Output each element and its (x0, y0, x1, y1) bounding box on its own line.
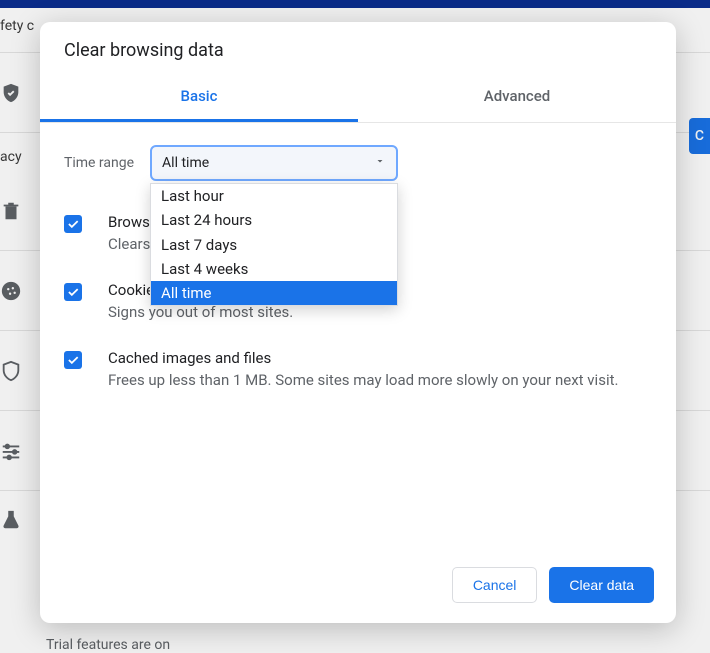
cancel-button[interactable]: Cancel (452, 567, 538, 603)
tab-basic[interactable]: Basic (40, 73, 358, 122)
tab-advanced[interactable]: Advanced (358, 73, 676, 122)
option-last-4-weeks[interactable]: Last 4 weeks (151, 257, 397, 281)
chevron-down-icon (374, 155, 386, 171)
clear-data-dialog: Clear browsing data Basic Advanced Time … (40, 22, 676, 623)
time-range-row: Time range All time Last hour Last 24 ho… (40, 123, 676, 201)
checkbox-history[interactable] (64, 215, 82, 233)
cache-desc: Frees up less than 1 MB. Some sites may … (108, 370, 652, 391)
option-all-time[interactable]: All time (151, 281, 397, 305)
history-desc1: Clears (108, 234, 150, 255)
dialog-actions: Cancel Clear data (40, 551, 676, 623)
dialog-title: Clear browsing data (40, 22, 676, 73)
cache-title: Cached images and files (108, 349, 652, 367)
time-range-label: Time range (64, 155, 134, 171)
clear-data-button[interactable]: Clear data (549, 567, 654, 603)
option-last-24-hours[interactable]: Last 24 hours (151, 208, 397, 232)
option-last-hour[interactable]: Last hour (151, 184, 397, 208)
select-value: All time (162, 155, 209, 171)
dialog-tabs: Basic Advanced (40, 73, 676, 123)
select-display[interactable]: All time (150, 145, 398, 181)
checkbox-cache[interactable] (64, 351, 82, 369)
checkbox-cookies[interactable] (64, 283, 82, 301)
time-range-select[interactable]: All time Last hour Last 24 hours Last 7 … (150, 145, 398, 181)
option-last-7-days[interactable]: Last 7 days (151, 233, 397, 257)
select-menu: Last hour Last 24 hours Last 7 days Last… (150, 183, 398, 306)
option-cache: Cached images and files Frees up less th… (64, 337, 652, 405)
